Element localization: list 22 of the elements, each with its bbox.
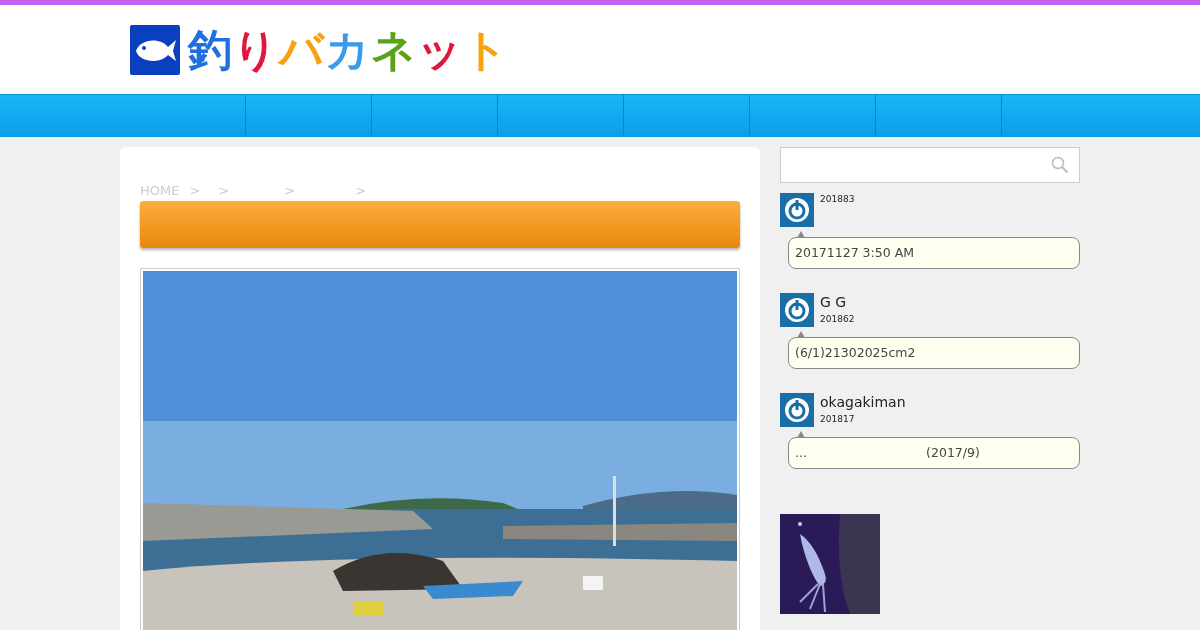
breadcrumb-separator: >: [189, 182, 201, 198]
commenter-name[interactable]: G G: [820, 293, 855, 311]
avatar-icon: [780, 393, 814, 427]
comment-bubble[interactable]: ... (2017/9): [788, 437, 1080, 469]
comment-bubble[interactable]: 20171127 3:50 AM: [788, 237, 1080, 269]
pointer-icon: [796, 431, 806, 438]
site-logo[interactable]: 釣 り バカ ネ ッ ト: [188, 27, 509, 72]
search-icon[interactable]: [1051, 156, 1069, 174]
comment-bubble[interactable]: (6/1)21302025cm2: [788, 337, 1080, 369]
fish-logo-icon: [130, 24, 180, 75]
search-field[interactable]: [780, 147, 1080, 183]
pointer-icon: [796, 231, 806, 238]
avatar-icon: [780, 293, 814, 327]
comment-date: 201883: [820, 193, 855, 205]
avatar-icon: [780, 193, 814, 227]
breadcrumb-separator: >: [284, 182, 296, 198]
breadcrumb-separator: >: [218, 182, 230, 198]
comment-date: 201862: [820, 313, 855, 325]
pointer-icon: [796, 331, 806, 338]
commenter-name[interactable]: okagakiman: [820, 393, 906, 411]
comment-date: 201817: [820, 413, 856, 425]
breadcrumb-separator: >: [355, 182, 367, 198]
